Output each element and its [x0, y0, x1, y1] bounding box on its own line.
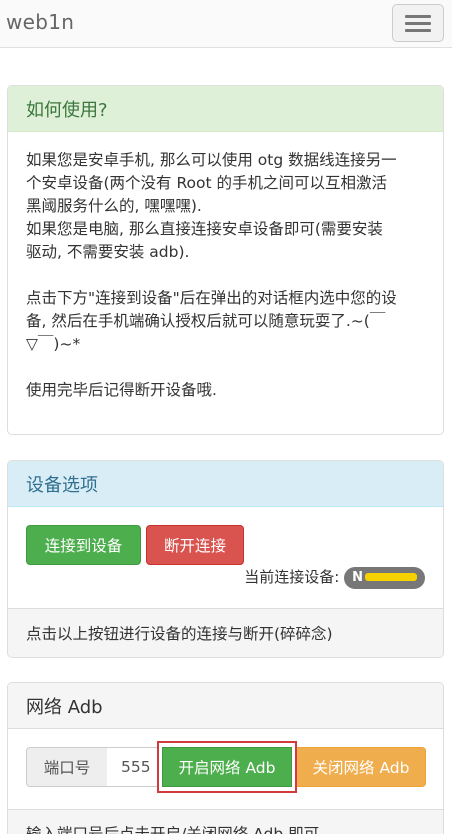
brand-logo[interactable]: web1n: [6, 10, 74, 34]
connect-button[interactable]: 连接到设备: [26, 525, 141, 565]
howto-line: 点击下方"连接到设备"后在弹出的对话框内选中您的设: [26, 289, 397, 307]
port-label: 端口号: [26, 747, 108, 787]
howto-line: 如果您是安卓手机, 那么可以使用 otg 数据线连接另一: [26, 151, 397, 169]
howto-title: 如何使用?: [8, 86, 443, 132]
disable-network-adb-button[interactable]: 关闭网络 Adb: [296, 747, 426, 787]
howto-line: 使用完毕后记得断开设备哦.: [26, 381, 217, 399]
port-input[interactable]: 555: [107, 747, 159, 787]
adb-body: 端口号 555 开启网络 Adb 关闭网络 Adb: [8, 729, 443, 809]
redaction-mark: [365, 573, 417, 581]
howto-body: 如果您是安卓手机, 那么可以使用 otg 数据线连接另一 个安卓设备(两个没有 …: [8, 132, 443, 418]
hamburger-icon: [405, 15, 431, 18]
device-body: 连接到设备 断开连接 当前连接设备: N: [8, 507, 443, 608]
howto-line: 如果您是电脑, 那么直接连接安卓设备即可(需要安装: [26, 220, 383, 238]
howto-line: 黑阈服务什么的, 嘿嘿嘿).: [26, 197, 202, 215]
device-footer: 点击以上按钮进行设备的连接与断开(碎碎念): [8, 608, 443, 657]
navbar: web1n: [0, 0, 452, 48]
device-panel: 设备选项 连接到设备 断开连接 当前连接设备: N 点击以上按钮进行设备的连接与…: [7, 460, 444, 658]
highlight-box: [157, 741, 297, 793]
adb-title: 网络 Adb: [8, 683, 443, 729]
howto-line: 驱动, 不需要安装 adb).: [26, 243, 190, 261]
menu-toggle-button[interactable]: [392, 4, 444, 42]
adb-panel: 网络 Adb 端口号 555 开启网络 Adb 关闭网络 Adb 输入端口号后点…: [7, 682, 444, 834]
howto-line: 个安卓设备(两个没有 Root 的手机之间可以互相激活: [26, 174, 388, 192]
current-device: 当前连接设备: N: [244, 566, 425, 589]
current-device-badge: N: [344, 566, 425, 589]
current-device-label: 当前连接设备:: [244, 568, 340, 586]
disconnect-button[interactable]: 断开连接: [146, 525, 244, 565]
device-title: 设备选项: [8, 461, 443, 507]
howto-line: ▽￣)~*: [26, 335, 81, 353]
howto-line: 备, 然后在手机端确认授权后就可以随意玩耍了.~(￣: [26, 312, 386, 330]
howto-panel: 如何使用? 如果您是安卓手机, 那么可以使用 otg 数据线连接另一 个安卓设备…: [7, 85, 444, 435]
adb-footer: 输入端口号后点击开启/关闭网络 Adb 即可: [8, 809, 443, 834]
